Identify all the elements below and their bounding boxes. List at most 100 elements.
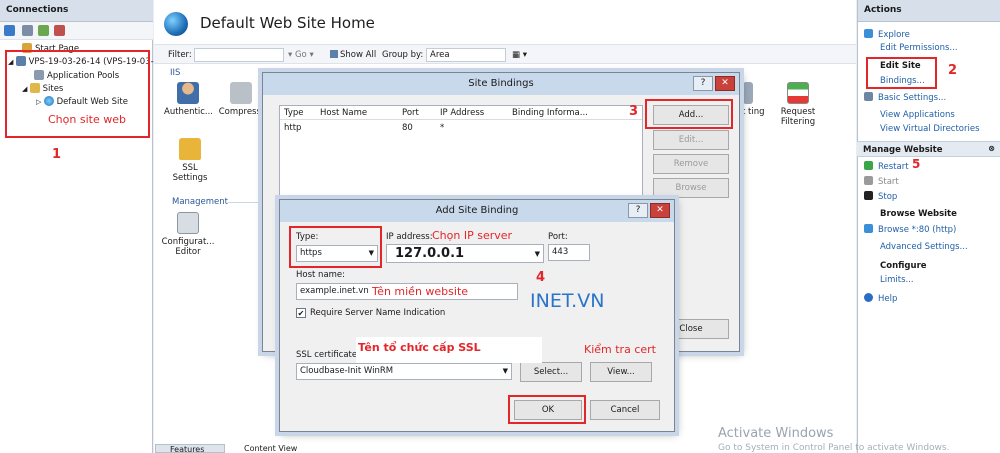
- config-editor-icon: [177, 212, 199, 234]
- action-help[interactable]: Help: [864, 293, 897, 304]
- action-explore[interactable]: Explore: [864, 29, 910, 40]
- site-globe-icon: [164, 12, 188, 36]
- request-filtering-icon: [787, 82, 809, 104]
- sni-label: Require Server Name Indication: [310, 308, 446, 318]
- bindings-table-header: Type Host Name Port IP Address Binding I…: [280, 106, 642, 120]
- action-basic-settings[interactable]: Basic Settings...: [864, 92, 946, 103]
- col-type[interactable]: Type: [284, 108, 304, 118]
- col-port[interactable]: Port: [402, 108, 419, 118]
- page-title: Default Web Site Home: [200, 14, 375, 32]
- filter-input[interactable]: [194, 48, 284, 62]
- connect-icon[interactable]: [4, 25, 15, 36]
- action-start[interactable]: Start: [864, 176, 899, 187]
- ssl-certificate-select[interactable]: Cloudbase-Init WinRM ▼: [296, 363, 512, 380]
- action-stop[interactable]: Stop: [864, 191, 897, 202]
- compression-icon: [230, 82, 252, 104]
- activate-windows-title: Activate Windows: [718, 426, 834, 441]
- feature-authentication[interactable]: Authentic...: [164, 82, 213, 117]
- connections-toolbar: [0, 22, 153, 40]
- group-by-select[interactable]: Area: [426, 48, 506, 62]
- remove-button[interactable]: Remove: [653, 154, 729, 174]
- port-label: Port:: [548, 232, 568, 242]
- up-icon[interactable]: [38, 25, 49, 36]
- manage-website-section[interactable]: Manage Website ⊗: [857, 141, 1000, 157]
- go-button[interactable]: ▾ Go ▾: [288, 50, 314, 60]
- table-row[interactable]: http 80 *: [280, 122, 642, 135]
- cancel-button[interactable]: Cancel: [590, 400, 660, 420]
- filter-label: Filter:: [168, 50, 192, 60]
- brand-watermark: INET.VN: [530, 290, 605, 312]
- feature-compression[interactable]: Compressi: [218, 82, 264, 117]
- ip-address-select[interactable]: 127.0.0.1 ▼: [386, 244, 544, 263]
- annotation-choose-ip: Chọn IP server: [432, 229, 513, 242]
- activate-windows-subtitle: Go to System in Control Panel to activat…: [718, 443, 950, 453]
- features-view-tab[interactable]: Features View: [155, 444, 225, 453]
- filter-bar: Filter: ▾ Go ▾ Show All Group by: Area ▦…: [154, 44, 856, 64]
- highlight-bindings: [866, 57, 937, 89]
- ssl-certificate-label: SSL certificate:: [296, 350, 360, 360]
- save-icon[interactable]: [22, 25, 33, 36]
- step-1-marker: 1: [52, 147, 62, 162]
- browse-website-heading: Browse Website: [880, 209, 957, 219]
- action-view-applications[interactable]: View Applications: [880, 110, 955, 120]
- browse-icon: [864, 224, 873, 233]
- col-ip-address[interactable]: IP Address: [440, 108, 484, 118]
- action-view-virtual-directories[interactable]: View Virtual Directories: [880, 124, 980, 134]
- partial-feature-icon: [743, 82, 753, 104]
- edit-button[interactable]: Edit...: [653, 130, 729, 150]
- help-title-button[interactable]: ?: [628, 203, 648, 218]
- restart-icon: [864, 161, 873, 170]
- step-5-marker: 5: [912, 157, 921, 171]
- padlock-icon: [179, 138, 201, 160]
- chevron-down-icon: ▼: [502, 367, 508, 375]
- help-icon: [864, 293, 873, 302]
- feature-configuration-editor[interactable]: Configurat... Editor: [160, 212, 216, 257]
- browse-button[interactable]: Browse: [653, 178, 729, 198]
- content-view-tab[interactable]: Content View: [230, 444, 300, 453]
- show-all-icon: [330, 50, 338, 58]
- delete-connection-icon[interactable]: [54, 25, 65, 36]
- col-binding-info[interactable]: Binding Informa...: [512, 108, 588, 118]
- show-all-button[interactable]: Show All: [330, 50, 376, 60]
- annotation-check-cert: Kiểm tra cert: [584, 343, 656, 356]
- view-mode-icon[interactable]: ▦ ▾: [512, 50, 527, 60]
- select-cert-button[interactable]: Select...: [520, 362, 582, 382]
- feature-request-filtering[interactable]: Request Filtering: [774, 82, 822, 127]
- actions-header: Actions: [858, 0, 1000, 22]
- explore-icon: [864, 29, 873, 38]
- action-restart[interactable]: Restart: [864, 161, 909, 172]
- host-name-label: Host name:: [296, 270, 346, 280]
- connections-header: Connections: [0, 0, 153, 22]
- feature-ssl-settings[interactable]: SSL Settings: [164, 138, 216, 183]
- authentication-icon: [177, 82, 199, 104]
- sni-checkbox[interactable]: ✔: [296, 308, 306, 318]
- highlight-ok-button: [508, 395, 586, 424]
- action-edit-permissions[interactable]: Edit Permissions...: [880, 43, 958, 53]
- chevron-down-icon: ▼: [534, 250, 540, 258]
- col-host-name[interactable]: Host Name: [320, 108, 367, 118]
- port-field[interactable]: 443: [548, 244, 590, 261]
- annotation-choose-site: Chọn site web: [48, 113, 126, 126]
- close-title-button[interactable]: ✕: [650, 203, 670, 218]
- step-4-marker: 4: [536, 270, 546, 285]
- stop-icon: [864, 191, 873, 200]
- annotation-ssl-org: Tên tổ chức cấp SSL: [358, 341, 481, 354]
- highlight-add-button: [645, 99, 733, 129]
- action-advanced-settings[interactable]: Advanced Settings...: [880, 242, 968, 252]
- highlight-type: [289, 226, 382, 268]
- annotation-domain-name: Tên miền website: [372, 285, 469, 298]
- basic-settings-icon: [864, 92, 873, 101]
- collapse-icon[interactable]: ⊗: [988, 144, 995, 153]
- site-bindings-title: Site Bindings: [263, 73, 739, 95]
- help-title-button[interactable]: ?: [693, 76, 713, 91]
- group-by-label: Group by:: [382, 50, 424, 60]
- close-title-button[interactable]: ✕: [715, 76, 735, 91]
- configure-heading: Configure: [880, 261, 927, 271]
- view-cert-button[interactable]: View...: [590, 362, 652, 382]
- start-icon: [864, 176, 873, 185]
- management-section-label: Management: [172, 197, 228, 207]
- action-browse-80[interactable]: Browse *:80 (http): [864, 224, 956, 235]
- iis-section-label: IIS: [170, 68, 181, 78]
- action-limits[interactable]: Limits...: [880, 275, 914, 285]
- step-2-marker: 2: [948, 63, 958, 78]
